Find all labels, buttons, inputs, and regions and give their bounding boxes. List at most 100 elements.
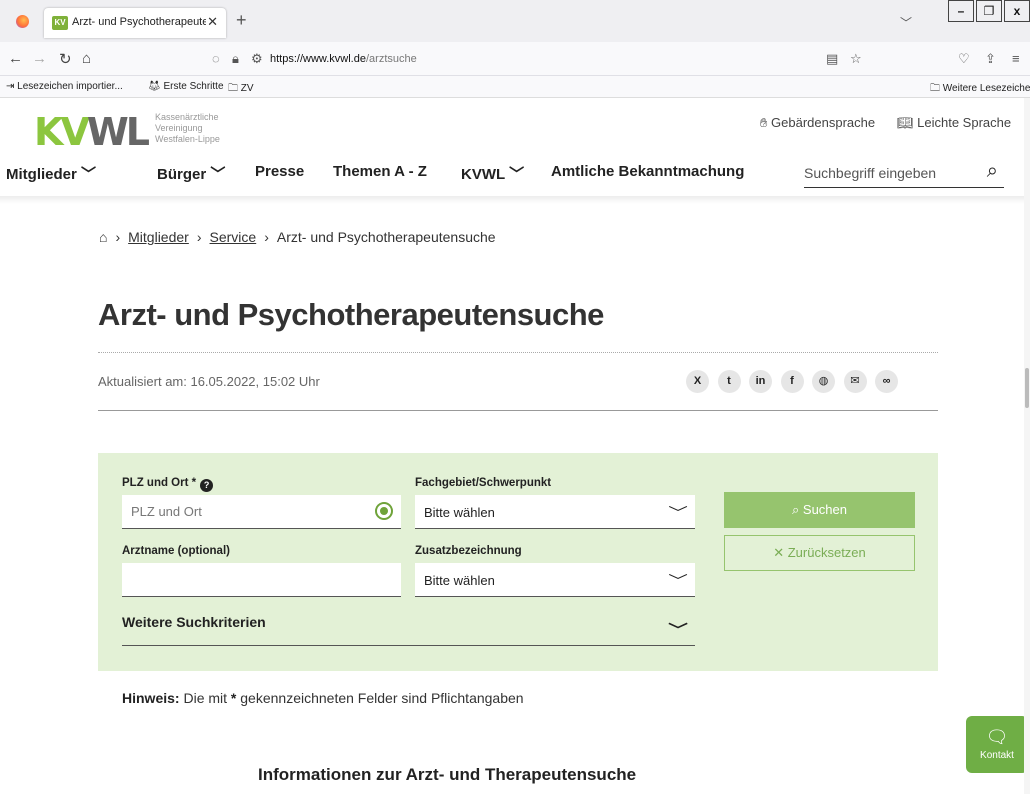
share-bar: X t in f ◍ ✉ ∞ [686,370,907,393]
chevron-down-icon: ﹀ [668,573,688,589]
divider [98,410,938,411]
link-icon[interactable]: ∞ [875,370,898,393]
search-icon: ⌕ [792,502,800,517]
forward-icon[interactable]: → [32,50,47,67]
breadcrumb: ⌂ › Mitglieder › Service › Arzt- und Psychothe… [99,229,496,245]
bookmark-more-label: Weitere Lesezeichen [942,83,1030,94]
nav-kvwl[interactable]: KVWL ﹀ [461,163,524,184]
additional-label: Zusatzbezeichnung [415,545,522,557]
kvwl-logo[interactable]: KVWL Kassenärztliche Vereinigung Westfal… [34,112,220,152]
twitter-icon[interactable]: t [717,370,741,393]
list-tabs-icon[interactable]: ﹀ [900,14,912,31]
bookmark-folder-more[interactable]: 🗀︎ Weitere Lesezeichen [930,81,1030,98]
window-controls: – ❐ x [946,0,1030,24]
linkedin-icon[interactable]: in [749,370,772,393]
back-icon[interactable]: ← [8,50,23,67]
page-title: Arzt- und Psychotherapeutensuche [98,297,604,332]
easy-language-icon: 📖︎ [897,115,914,130]
nav-themen[interactable]: Themen A - Z [333,163,427,180]
search-icon[interactable]: ⌕ [987,160,998,183]
sign-language-label: Gebärdensprache [771,115,876,130]
doctor-name-input[interactable] [122,563,401,596]
chevron-down-icon: ﹀ [668,622,688,638]
facebook-icon[interactable]: f [780,370,804,393]
help-icon[interactable]: ? [200,479,214,492]
browser-tab-bar: KV Arzt- und Psychotherapeutensu ✕ + ﹀ –… [0,0,1030,42]
browser-tab[interactable]: KV Arzt- und Psychotherapeutensu ✕ [44,8,226,38]
shield-icon[interactable]: ◌ [212,51,220,66]
specialty-select[interactable]: Bitte wählen ﹀ [415,495,695,529]
name-label: Arztname (optional) [122,545,230,557]
home-icon[interactable]: ⌂ [82,50,91,67]
email-icon[interactable]: ✉ [843,370,867,393]
tab-title: Arzt- und Psychotherapeutensu [72,16,206,28]
page-scrollbar[interactable] [1024,98,1030,794]
additional-select[interactable]: Bitte wählen ﹀ [415,563,695,597]
nav-mitglieder[interactable]: Mitglieder ﹀ [6,163,96,184]
reader-view-icon[interactable]: ▤ [826,51,838,67]
kv-favicon-icon: KV [52,16,68,30]
hand-icon: ✋︎ [760,115,768,130]
close-tab-icon[interactable]: ✕ [207,14,218,30]
breadcrumb-mitglieder[interactable]: Mitglieder [128,229,189,245]
plz-input[interactable] [122,495,401,528]
reload-icon[interactable]: ↻ [59,50,72,68]
breadcrumb-current: Arzt- und Psychotherapeutensuche [276,229,496,245]
restore-icon[interactable]: ❐ [976,0,1002,22]
close-icon: ✕ [773,545,785,560]
browser-nav-bar: ← → ↻ ⌂ ◌ 🔒︎ ⚙︎ https://www.kvwl.de/arzt… [0,42,1030,76]
sign-language-link[interactable]: ✋︎ Gebärdensprache [760,115,875,131]
share-icon[interactable]: ⇪ [985,51,996,67]
specialty-label: Fachgebiet/Schwerpunkt [415,477,552,489]
bookmark-folder-zv[interactable]: 🗀︎ ZV [228,81,254,98]
header-shadow [0,196,1030,204]
minimize-icon[interactable]: – [948,0,974,22]
whatsapp-icon[interactable]: ◍ [812,370,835,393]
menu-icon[interactable]: ≡ [1012,51,1020,66]
location-icon[interactable] [375,502,393,520]
search-button[interactable]: ⌕ Suchen [724,492,915,528]
new-tab-icon[interactable]: + [236,10,247,31]
logo-mark: KVWL [34,110,150,154]
home-icon[interactable]: ⌂ [99,229,107,245]
bookmark-star-icon[interactable]: ☆ [850,51,862,67]
contact-button[interactable]: 🗨︎ Kontakt [966,716,1028,773]
chevron-down-icon: ﹀ [210,166,226,183]
nav-amtliche-bekanntmachung[interactable]: Amtliche Bekanntmachung [551,163,744,180]
chevron-down-icon: ﹀ [81,166,97,183]
url-field[interactable]: https://www.kvwl.de/arztsuche [270,53,417,65]
reset-button[interactable]: ✕ Zurücksetzen [724,535,915,571]
site-search: ⌕ [804,160,1004,188]
url-path: /arztsuche [365,53,417,65]
easy-language-label: Leichte Sprache [917,115,1012,130]
chat-icon: 🗨︎ [985,727,1009,747]
additional-value: Bitte wählen [424,573,495,588]
updated-date: Aktualisiert am: 16.05.2022, 15:02 Uhr [98,374,320,389]
pocket-icon[interactable]: ♡ [958,51,970,67]
required-hint: Hinweis: Die mit * gekennzeichneten Feld… [122,690,524,706]
info-heading: Informationen zur Arzt- und Therapeutens… [258,765,637,784]
firefox-icon[interactable] [16,15,29,28]
nav-buerger[interactable]: Bürger ﹀ [157,163,225,184]
chevron-down-icon: ﹀ [509,166,525,183]
bookmark-import[interactable]: ⇥ Lesezeichen importier... [6,81,123,92]
xing-icon[interactable]: X [686,370,709,393]
chevron-down-icon: ﹀ [668,505,688,521]
specialty-value: Bitte wählen [424,505,495,520]
permissions-icon[interactable]: ⚙︎ [251,51,263,67]
breadcrumb-service[interactable]: Service [210,229,257,245]
plz-field [122,495,401,529]
bookmark-first-steps[interactable]: 🦊︎ Erste Schritte [148,81,224,92]
bookmarks-bar: ⇥ Lesezeichen importier... 🦊︎ Erste Schr… [0,76,1030,98]
close-window-icon[interactable]: x [1004,0,1030,22]
logo-subtitle: Kassenärztliche Vereinigung Westfalen-Li… [155,112,220,144]
name-field [122,563,401,597]
search-input[interactable] [804,160,974,186]
lock-icon[interactable]: 🔒︎ [232,51,239,67]
easy-language-link[interactable]: 📖︎ Leichte Sprache [897,115,1011,131]
plz-label: PLZ und Ort *? [122,477,214,492]
more-criteria-toggle[interactable]: Weitere Suchkriterien ﹀ [122,614,695,646]
bookmark-zv-label: ZV [240,83,254,94]
nav-presse[interactable]: Presse [255,163,304,180]
bookmark-import-label: Lesezeichen importier... [17,81,123,92]
